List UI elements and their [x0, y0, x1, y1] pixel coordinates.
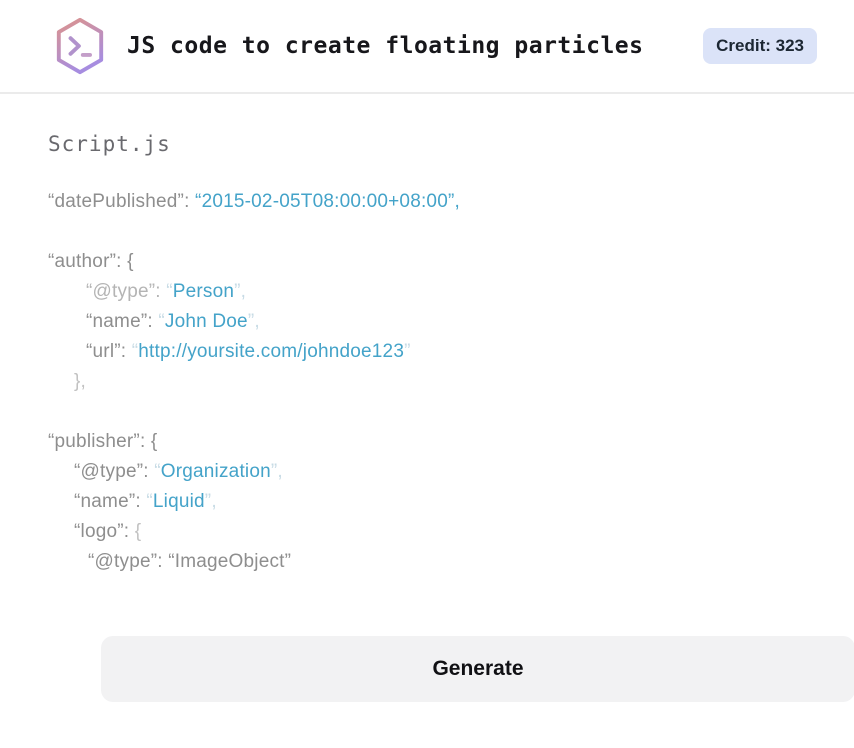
code-line: “name”: “John Doe”,	[86, 311, 260, 332]
code-line: “name”: “Liquid”,	[74, 491, 217, 512]
page-title: JS code to create floating particles	[127, 33, 644, 59]
code-line: },	[74, 371, 87, 392]
code-block: “datePublished”: “2015-02-05T08:00:00+08…	[48, 187, 806, 577]
credit-badge: Credit: 323	[703, 28, 817, 64]
code-line: “@type”: “ImageObject”	[88, 551, 292, 572]
code-line: “datePublished”: “2015-02-05T08:00:00+08…	[48, 191, 460, 212]
code-line: “@type”: “Organization”,	[74, 461, 283, 482]
code-line: “publisher”: {	[48, 431, 158, 452]
terminal-hexagon-icon	[52, 17, 108, 75]
code-line: “logo”: {	[74, 521, 142, 542]
code-line: “author”: {	[48, 251, 134, 272]
main-content: Script.js “datePublished”: “2015-02-05T0…	[0, 94, 854, 702]
generate-button[interactable]: Generate	[101, 636, 854, 702]
code-line: “url”: “http://yoursite.com/johndoe123”	[86, 341, 411, 362]
app-header: JS code to create floating particles Cre…	[0, 0, 854, 94]
script-filename-label: Script.js	[48, 132, 171, 156]
code-line: “@type”: “Person”,	[86, 281, 247, 302]
